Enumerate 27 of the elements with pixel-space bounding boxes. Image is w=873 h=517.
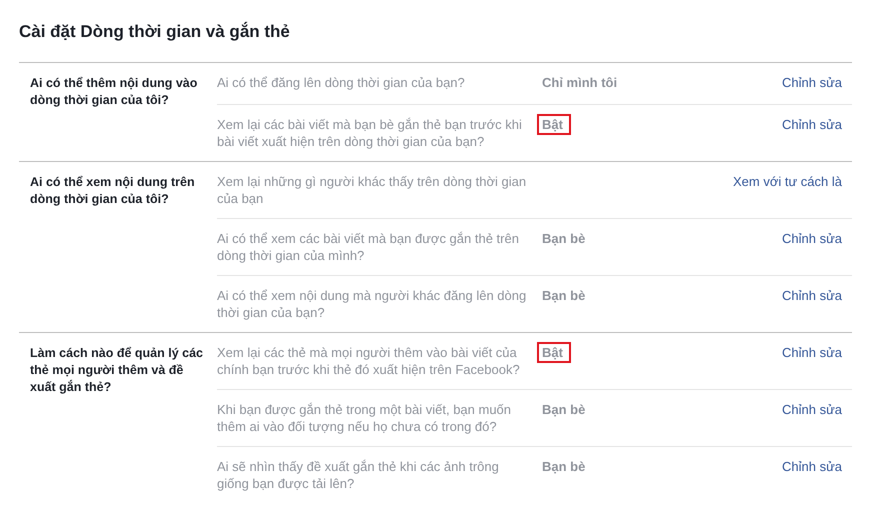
setting-description: Khi bạn được gắn thẻ trong một bài viết, bạn muốn thêm ai vào đối tượng nếu họ chưa có trong đó? [217, 401, 512, 435]
setting-value: Bạn bè [541, 230, 586, 248]
edit-link[interactable]: Chỉnh sửa [782, 74, 842, 91]
setting-description: Ai có thể xem các bài viết mà bạn được gắn thẻ trên dòng thời gian của mình? [217, 230, 520, 264]
setting-value: Bạn bè [541, 287, 586, 305]
setting-value: Chỉ mình tôi [541, 74, 618, 92]
setting-value: Bạn bè [541, 401, 586, 419]
page-title: Cài đặt Dòng thời gian và gắn thẻ [19, 22, 291, 42]
setting-description: Ai có thể xem nội dung mà người khác đăng lên dòng thời gian của bạn? [217, 287, 527, 321]
edit-link[interactable]: Chỉnh sửa [782, 344, 842, 361]
setting-description: Xem lại những gì người khác thấy trên dòng thời gian của bạn [217, 173, 527, 207]
edit-link[interactable]: Chỉnh sửa [782, 287, 842, 304]
edit-link[interactable]: Chỉnh sửa [782, 230, 842, 247]
edit-link[interactable]: Chỉnh sửa [782, 401, 842, 418]
section-heading: Ai có thể xem nội dung trên dòng thời gian của tôi? [29, 174, 196, 208]
setting-description: Ai sẽ nhìn thấy đề xuất gắn thẻ khi các ảnh trông giống bạn được tải lên? [217, 458, 500, 492]
edit-link[interactable]: Chỉnh sửa [782, 458, 842, 475]
setting-description: Xem lại các thẻ mà mọi người thêm vào bài viết của chính bạn trước khi thẻ đó xuất hiện trên Facebook? [217, 344, 521, 378]
edit-link[interactable]: Xem với tư cách là [733, 173, 842, 190]
setting-description: Xem lại các bài viết mà bạn bè gắn thẻ bạn trước khi bài viết xuất hiện trên dòng thời gian của bạn? [217, 116, 523, 150]
setting-value: Bật [537, 114, 571, 135]
section-heading: Ai có thể thêm nội dung vào dòng thời gian của tôi? [29, 75, 198, 109]
section-heading: Làm cách nào để quản lý các thẻ mọi người thêm và đề xuất gắn thẻ? [29, 345, 204, 396]
setting-description: Ai có thể đăng lên dòng thời gian của bạn? [217, 74, 466, 91]
edit-link[interactable]: Chỉnh sửa [782, 116, 842, 133]
setting-value: Bạn bè [541, 458, 586, 476]
setting-value: Bật [537, 342, 571, 363]
